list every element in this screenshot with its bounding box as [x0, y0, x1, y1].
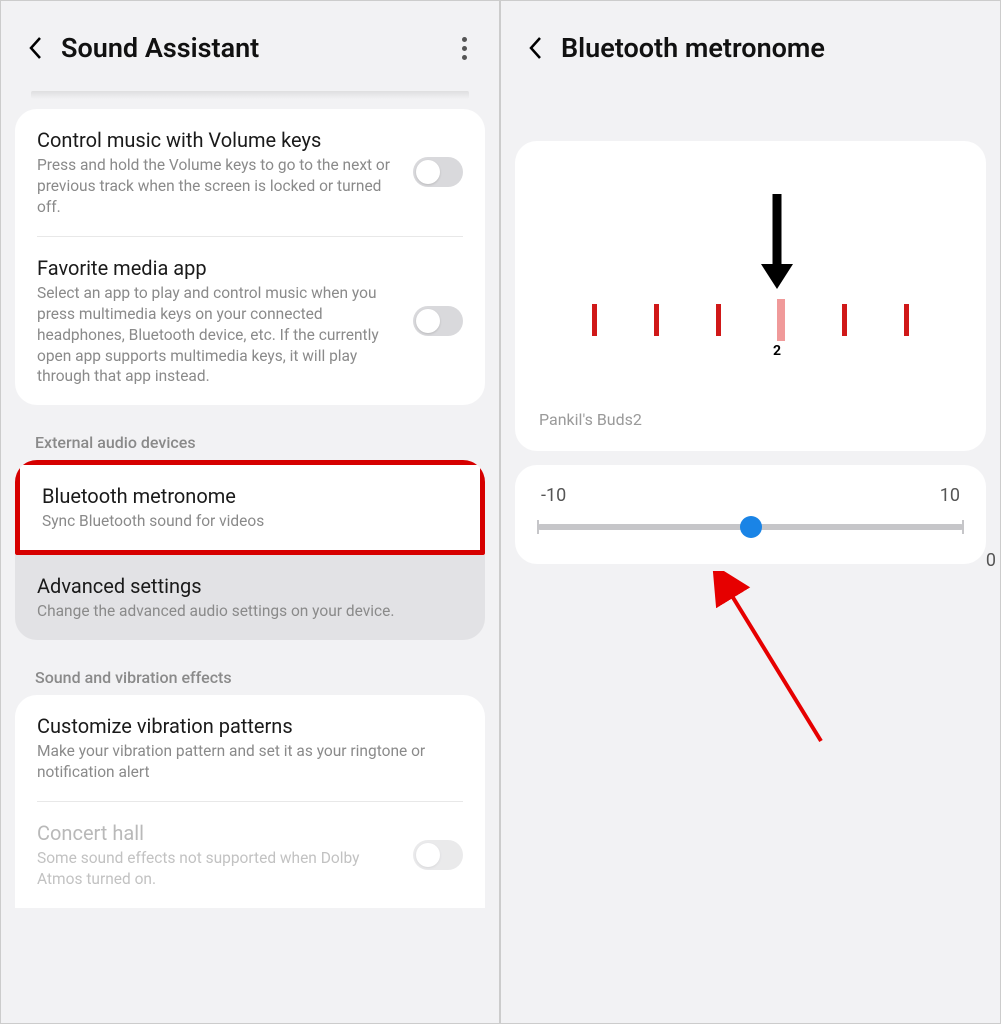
slider-min-label: -10	[541, 485, 566, 506]
external-audio-card: Bluetooth metronome Sync Bluetooth sound…	[15, 460, 485, 555]
back-button[interactable]	[21, 33, 51, 63]
bluetooth-metronome-screen: Bluetooth metronome 2 Pankil's Buds2	[501, 1, 1000, 1023]
advanced-settings-row[interactable]: Advanced settings Change the advanced au…	[15, 555, 485, 640]
settings-card-media: Control music with Volume keys Press and…	[15, 109, 485, 405]
tick	[716, 304, 721, 336]
section-external-audio: External audio devices	[1, 419, 499, 460]
row-title: Customize vibration patterns	[37, 713, 453, 739]
row-desc: Make your vibration pattern and set it a…	[37, 741, 453, 783]
control-music-toggle[interactable]	[413, 157, 463, 187]
chevron-left-icon	[26, 34, 46, 62]
row-desc: Change the advanced audio settings on yo…	[37, 601, 453, 622]
annotation-arrow-icon	[711, 571, 841, 751]
sync-slider-card: -10 10 0	[515, 465, 986, 564]
tick	[842, 304, 847, 336]
clipped-row	[31, 91, 469, 99]
control-music-row[interactable]: Control music with Volume keys Press and…	[15, 109, 485, 236]
row-title: Bluetooth metronome	[42, 483, 448, 509]
row-desc: Some sound effects not supported when Do…	[37, 848, 403, 890]
arrow-down-icon	[761, 194, 793, 293]
sound-vibration-card: Customize vibration patterns Make your v…	[15, 695, 485, 908]
bluetooth-metronome-row[interactable]: Bluetooth metronome Sync Bluetooth sound…	[15, 460, 485, 555]
section-sound-vibration: Sound and vibration effects	[1, 654, 499, 695]
row-desc: Sync Bluetooth sound for videos	[42, 511, 448, 532]
concert-hall-row[interactable]: Concert hall Some sound effects not supp…	[15, 802, 485, 908]
row-desc: Press and hold the Volume keys to go to …	[37, 155, 403, 218]
slider-thumb[interactable]	[740, 516, 762, 538]
tick-current	[777, 299, 785, 341]
row-title: Favorite media app	[37, 255, 403, 281]
favorite-app-toggle[interactable]	[413, 306, 463, 336]
metronome-visual: 2 Pankil's Buds2	[515, 141, 986, 451]
header: Bluetooth metronome	[501, 1, 1000, 91]
tick-row	[515, 304, 986, 341]
slider-value: 0	[986, 550, 996, 571]
row-title: Control music with Volume keys	[37, 127, 403, 153]
page-title: Bluetooth metronome	[561, 32, 980, 64]
tick	[592, 304, 597, 336]
concert-hall-toggle[interactable]	[413, 840, 463, 870]
sound-assistant-screen: Sound Assistant Control music with Volum…	[1, 1, 501, 1023]
device-name: Pankil's Buds2	[539, 410, 642, 429]
favorite-media-app-row[interactable]: Favorite media app Select an app to play…	[15, 237, 485, 406]
header: Sound Assistant	[1, 1, 499, 91]
chevron-left-icon	[526, 34, 546, 62]
more-options-button[interactable]	[449, 33, 479, 63]
tick	[904, 304, 909, 336]
advanced-settings-card: Advanced settings Change the advanced au…	[15, 555, 485, 640]
tick	[654, 304, 659, 336]
row-title: Advanced settings	[37, 573, 453, 599]
slider-range-labels: -10 10	[537, 485, 964, 506]
row-desc: Select an app to play and control music …	[37, 283, 403, 388]
back-button[interactable]	[521, 33, 551, 63]
page-title: Sound Assistant	[61, 32, 449, 64]
metronome-visual-card: 2 Pankil's Buds2	[515, 141, 986, 451]
customize-vibration-row[interactable]: Customize vibration patterns Make your v…	[15, 695, 485, 801]
slider-track	[537, 524, 964, 530]
slider-max-label: 10	[940, 485, 960, 506]
sync-slider[interactable]: 0	[537, 524, 964, 530]
tick-value-label: 2	[773, 343, 781, 359]
row-title: Concert hall	[37, 820, 403, 846]
